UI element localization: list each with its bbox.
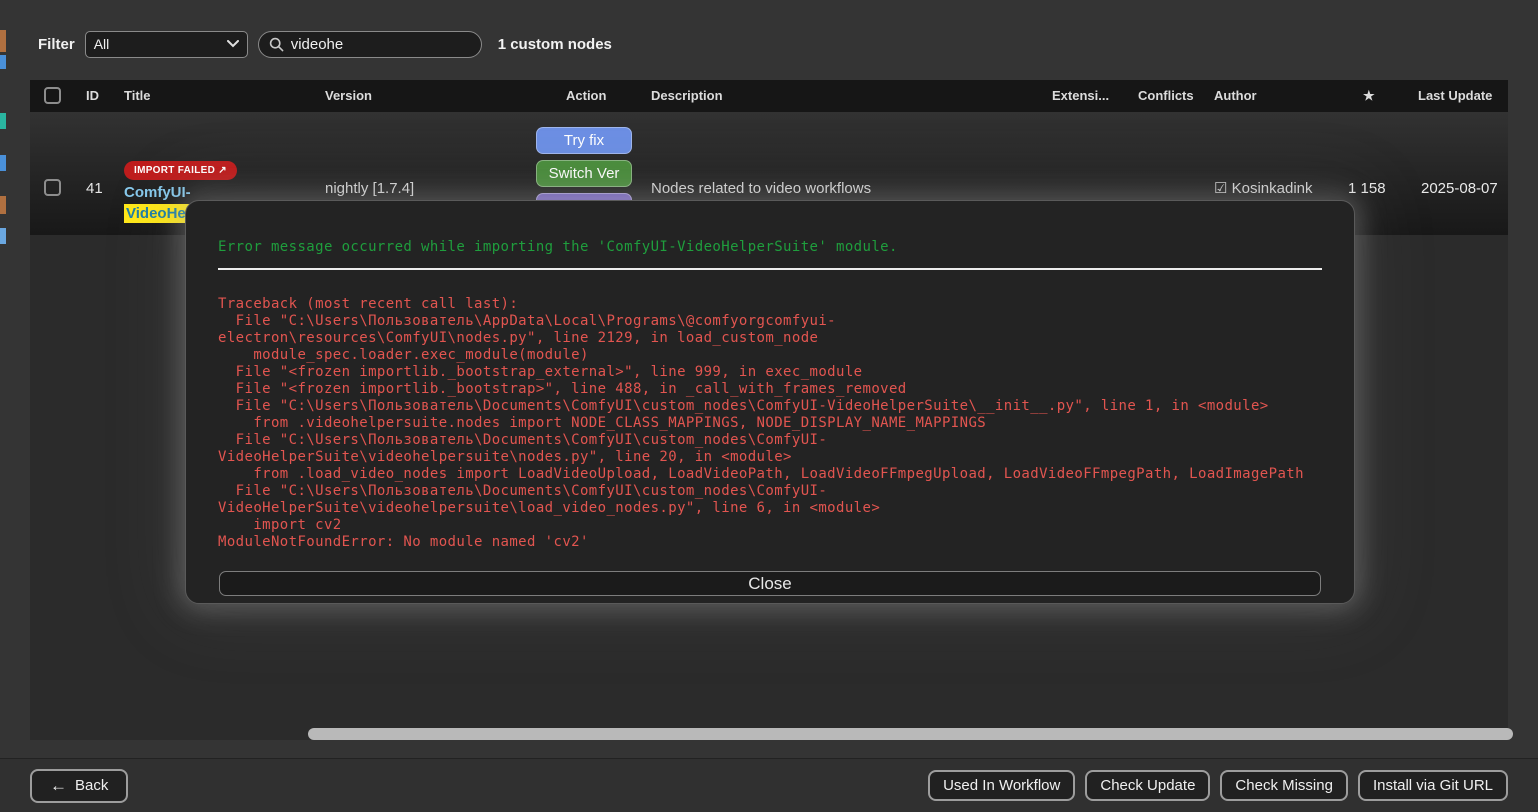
left-edge-artifact [0, 228, 6, 244]
try-fix-button[interactable]: Try fix [536, 127, 632, 154]
bottom-bar-actions: Used In Workflow Check Update Check Miss… [928, 770, 1508, 801]
back-button-label: Back [75, 777, 109, 794]
author-name: Kosinkadink [1231, 180, 1313, 197]
modal-divider [218, 268, 1322, 270]
row-stars: 1 158 [1348, 180, 1386, 197]
close-button[interactable]: Close [219, 571, 1321, 596]
chevron-down-icon [226, 40, 239, 48]
install-via-git-url-button[interactable]: Install via Git URL [1357, 770, 1508, 801]
col-header-conflicts[interactable]: Conflicts [1138, 88, 1194, 103]
left-edge-artifact [0, 196, 6, 214]
search-box[interactable] [257, 30, 482, 58]
import-failed-badge[interactable]: IMPORT FAILED ↗ [124, 161, 237, 180]
row-author[interactable]: ☑ Kosinkadink [1214, 179, 1313, 197]
col-header-description[interactable]: Description [651, 88, 723, 103]
back-button[interactable]: ← Back [30, 768, 129, 803]
filter-select[interactable]: All [84, 30, 248, 58]
table-header-row: ID Title Version Action Description Exte… [30, 80, 1508, 112]
row-last-update: 2025-08-07 [1421, 180, 1498, 197]
back-arrow-icon: ← [50, 775, 67, 795]
left-edge-artifact [0, 113, 6, 129]
author-verified-checkbox-icon: ☑ [1214, 180, 1228, 197]
select-all-checkbox[interactable] [44, 87, 61, 104]
comfyui-manager-page: Filter All 1 custom nodes ID Title Versi… [0, 0, 1538, 812]
row-checkbox[interactable] [44, 179, 61, 196]
check-update-button[interactable]: Check Update [1085, 770, 1211, 801]
col-header-author[interactable]: Author [1214, 88, 1257, 103]
row-description: Nodes related to video workflows [651, 180, 872, 197]
toolbar: Filter All 1 custom nodes [38, 30, 612, 58]
check-missing-button[interactable]: Check Missing [1220, 770, 1348, 801]
col-header-id[interactable]: ID [86, 88, 99, 103]
col-header-last-update[interactable]: Last Update [1418, 88, 1492, 103]
col-header-star-icon[interactable]: ★ [1363, 88, 1375, 104]
row-version: nightly [1.7.4] [325, 180, 415, 197]
import-error-modal: Error message occurred while importing t… [185, 200, 1355, 604]
node-title-highlight: VideoHel [124, 204, 192, 223]
search-input[interactable] [290, 35, 451, 53]
left-edge-artifact [0, 55, 6, 69]
bottom-bar: ← Back Used In Workflow Check Update Che… [0, 758, 1538, 812]
custom-nodes-count: 1 custom nodes [497, 35, 612, 53]
col-header-extension[interactable]: Extensi... [1052, 88, 1109, 103]
col-header-action[interactable]: Action [566, 88, 606, 103]
used-in-workflow-button[interactable]: Used In Workflow [928, 770, 1076, 801]
filter-label: Filter [38, 35, 75, 53]
horizontal-scrollbar-thumb[interactable] [308, 728, 1513, 740]
col-header-version[interactable]: Version [325, 88, 372, 103]
col-header-title[interactable]: Title [124, 88, 151, 103]
error-message: Error message occurred while importing t… [218, 239, 898, 255]
left-edge-artifact [0, 155, 6, 171]
traceback-text: Traceback (most recent call last): File … [218, 296, 1304, 550]
filter-select-value: All [93, 36, 110, 52]
node-title-link[interactable]: ComfyUI- VideoHel [124, 182, 192, 224]
row-id: 41 [86, 180, 103, 197]
switch-ver-button[interactable]: Switch Ver [536, 160, 632, 187]
search-icon [269, 37, 284, 51]
left-edge-artifact [0, 30, 6, 52]
node-title-part1: ComfyUI- [124, 184, 191, 201]
